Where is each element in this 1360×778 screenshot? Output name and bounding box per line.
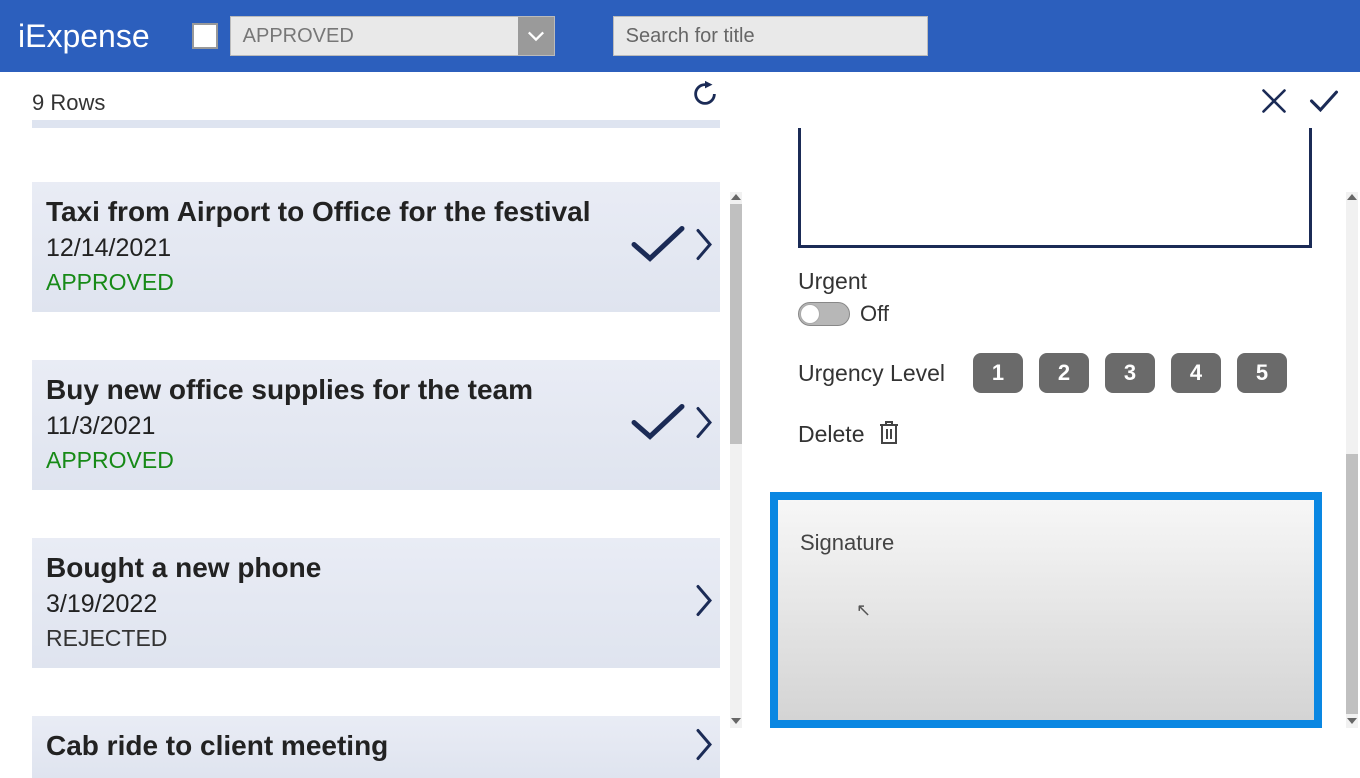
- chevron-right-icon[interactable]: [694, 227, 714, 268]
- urgency-level-row: Urgency Level 12345: [798, 353, 1322, 393]
- expense-list: Taxi from Airport to Office for the fest…: [32, 182, 720, 778]
- item-title: Buy new office supplies for the team: [46, 374, 702, 406]
- search-input[interactable]: [613, 16, 928, 56]
- urgency-level-5[interactable]: 5: [1237, 353, 1287, 393]
- item-date: 12/14/2021: [46, 234, 702, 263]
- panel-topbar: [798, 78, 1342, 128]
- filter-checkbox[interactable]: [192, 23, 218, 49]
- app-header: iExpense APPROVED: [0, 0, 1360, 72]
- scrollbar-thumb[interactable]: [1346, 454, 1358, 714]
- trash-icon[interactable]: [878, 419, 900, 450]
- rows-count-label: 9 Rows: [32, 90, 105, 120]
- item-status: APPROVED: [46, 447, 702, 474]
- detail-body: Urgent Off Urgency Level 12345 Delete: [798, 128, 1342, 728]
- urgent-toggle-row: Off: [798, 301, 1322, 327]
- refresh-button[interactable]: [690, 79, 720, 114]
- check-icon: [628, 225, 688, 270]
- urgency-level-2[interactable]: 2: [1039, 353, 1089, 393]
- delete-row: Delete: [798, 419, 1322, 450]
- urgent-label: Urgent: [798, 268, 1322, 295]
- signature-label: Signature: [800, 530, 1292, 556]
- item-actions: [694, 583, 714, 624]
- urgent-toggle-state: Off: [860, 301, 889, 327]
- urgency-level-buttons: 12345: [973, 353, 1287, 393]
- list-item[interactable]: Cab ride to client meeting: [32, 716, 720, 778]
- scroll-down-icon: [731, 718, 741, 724]
- scroll-down-icon: [1347, 718, 1357, 724]
- item-status: REJECTED: [46, 625, 702, 652]
- cursor-icon: ↖: [856, 600, 871, 621]
- app-title: iExpense: [18, 18, 150, 55]
- delete-label: Delete: [798, 421, 864, 448]
- expense-list-panel: 9 Rows Taxi from Airport to Office for t…: [0, 72, 748, 728]
- check-icon: [628, 403, 688, 448]
- list-item[interactable]: Buy new office supplies for the team 11/3…: [32, 360, 720, 490]
- toggle-knob: [800, 304, 820, 324]
- item-title: Bought a new phone: [46, 552, 702, 584]
- chevron-down-icon: [518, 17, 554, 55]
- item-date: 11/3/2021: [46, 412, 702, 441]
- scroll-up-icon: [1347, 194, 1357, 200]
- item-actions: [628, 225, 714, 270]
- scroll-up-icon: [731, 194, 741, 200]
- chevron-right-icon[interactable]: [694, 727, 714, 768]
- signature-panel[interactable]: Signature ↖: [770, 492, 1322, 728]
- urgency-level-3[interactable]: 3: [1105, 353, 1155, 393]
- urgency-level-1[interactable]: 1: [973, 353, 1023, 393]
- notes-textarea[interactable]: [798, 128, 1312, 248]
- list-scrollbar[interactable]: [730, 192, 742, 728]
- chevron-right-icon[interactable]: [694, 405, 714, 446]
- list-item[interactable]: Bought a new phone 3/19/2022 REJECTED: [32, 538, 720, 668]
- item-title: Taxi from Airport to Office for the fest…: [46, 196, 702, 228]
- detail-scrollbar[interactable]: [1346, 192, 1358, 728]
- list-item[interactable]: Taxi from Airport to Office for the fest…: [32, 182, 720, 312]
- chevron-right-icon[interactable]: [694, 583, 714, 624]
- status-filter-select[interactable]: APPROVED: [230, 16, 555, 56]
- item-actions: [628, 403, 714, 448]
- item-actions: [694, 727, 714, 768]
- urgency-level-4[interactable]: 4: [1171, 353, 1221, 393]
- scrollbar-thumb[interactable]: [730, 204, 742, 444]
- detail-panel: Urgent Off Urgency Level 12345 Delete: [748, 72, 1360, 728]
- status-filter-value: APPROVED: [231, 25, 366, 48]
- urgent-field: Urgent Off: [798, 268, 1322, 327]
- item-status: APPROVED: [46, 269, 702, 296]
- close-button[interactable]: [1258, 87, 1290, 120]
- urgent-toggle[interactable]: [798, 302, 850, 326]
- rows-bar: 9 Rows: [32, 72, 720, 128]
- urgency-level-label: Urgency Level: [798, 360, 945, 387]
- item-date: 3/19/2022: [46, 590, 702, 619]
- main-area: 9 Rows Taxi from Airport to Office for t…: [0, 72, 1360, 728]
- confirm-button[interactable]: [1308, 87, 1340, 120]
- item-title: Cab ride to client meeting: [46, 730, 702, 762]
